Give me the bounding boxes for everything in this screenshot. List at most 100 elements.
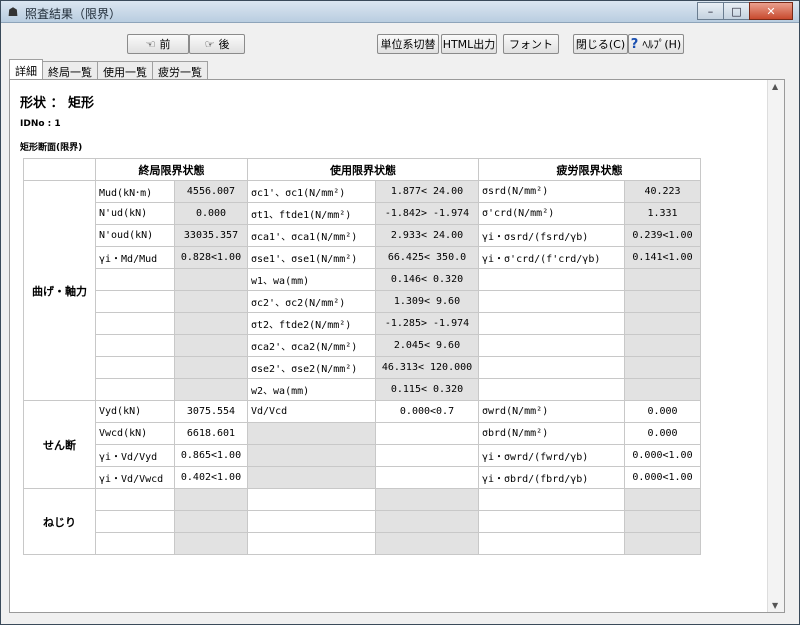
label-cell: γi・Vd/Vyd xyxy=(95,444,175,467)
window-controls: – □ ✕ xyxy=(697,2,793,20)
label-cell xyxy=(95,356,175,379)
section-title: 矩形断面(限界) xyxy=(20,143,83,153)
table-row: ねじり xyxy=(23,488,701,555)
label-cell: σt2、ftde2(N/mm²) xyxy=(247,312,376,335)
label-cell xyxy=(95,334,175,357)
app-icon: ☗ xyxy=(7,5,19,19)
label-cell xyxy=(478,356,625,379)
window-title: 照査結果（限界） xyxy=(25,7,122,21)
table-row: γi・Md/Mud 0.828<1.00 σse1'、σse1(N/mm²) 66.4… xyxy=(24,246,701,269)
label-cell: σse1'、σse1(N/mm²) xyxy=(247,246,376,269)
value-cell: 0.000<0.7 xyxy=(375,400,479,423)
value-cell xyxy=(624,532,701,555)
label-cell xyxy=(478,334,625,357)
value-cell: 0.865<1.00 xyxy=(174,444,248,467)
html-export-button[interactable]: HTML出力 xyxy=(441,34,497,54)
label-cell xyxy=(247,466,376,489)
value-cell: 0.828<1.00 xyxy=(174,246,248,269)
tab-detail[interactable]: 詳細 xyxy=(9,59,43,79)
value-cell xyxy=(624,488,701,511)
value-cell xyxy=(174,378,248,401)
value-cell xyxy=(375,532,479,555)
table-row: Vwcd(kN) 6618.601 σbrd(N/mm²) 0.000 xyxy=(24,422,701,445)
value-cell: 4556.007 xyxy=(174,180,248,203)
shape-title: 形状 ： 矩形 xyxy=(20,96,95,111)
value-cell xyxy=(174,312,248,335)
label-cell xyxy=(478,378,625,401)
scroll-down-icon[interactable]: ▼ xyxy=(772,601,778,610)
label-cell xyxy=(478,290,625,313)
value-cell: 0.115< 0.320 xyxy=(375,378,479,401)
label-cell: σsrd(N/mm²) xyxy=(478,180,625,203)
value-cell: 1.331 xyxy=(624,202,701,225)
help-icon: ? xyxy=(630,36,639,52)
label-cell: σ'crd(N/mm²) xyxy=(478,202,625,225)
label-cell xyxy=(478,268,625,291)
close-button[interactable]: 閉じる(C) xyxy=(573,34,628,54)
label-cell xyxy=(95,532,175,555)
label-cell: σc1'、σc1(N/mm²) xyxy=(247,180,376,203)
value-cell xyxy=(174,268,248,291)
value-cell: 0.000 xyxy=(624,422,701,445)
header-fatigue: 疲労限界状態 xyxy=(478,158,701,181)
unit-switch-button[interactable]: 単位系切替 xyxy=(377,34,439,54)
value-cell xyxy=(174,356,248,379)
next-button[interactable]: ☞ 後 xyxy=(189,34,245,54)
label-cell xyxy=(478,510,625,533)
font-button[interactable]: フォント xyxy=(503,34,559,54)
label-cell: γi・σwrd/(fwrd/γb) xyxy=(478,444,625,467)
vertical-scrollbar[interactable]: ▲ ▼ xyxy=(767,80,784,612)
value-cell xyxy=(624,356,701,379)
label-cell: γi・σbrd/(fbrd/γb) xyxy=(478,466,625,489)
value-cell: 0.000 xyxy=(174,202,248,225)
maximize-button[interactable]: □ xyxy=(723,2,750,20)
label-cell: Vyd(kN) xyxy=(95,400,175,423)
title-bar[interactable]: ☗ 照査結果（限界） – □ ✕ xyxy=(1,1,799,23)
tab-fatigue-list[interactable]: 疲労一覧 xyxy=(152,61,208,79)
label-cell xyxy=(247,422,376,445)
label-cell: N'oud(kN) xyxy=(95,224,175,247)
label-cell: γi・σ'crd/(f'crd/γb) xyxy=(478,246,625,269)
help-label: ﾍﾙﾌﾟ(H) xyxy=(642,38,682,51)
table-row: γi・Vd/Vwcd 0.402<1.00 γi・σbrd/(fbrd/γb) 0.0… xyxy=(24,466,701,489)
label-cell: γi・Md/Mud xyxy=(95,246,175,269)
label-cell xyxy=(478,488,625,511)
result-window: ☗ 照査結果（限界） – □ ✕ ☜ 前 ☞ 後 単位系切替 HTML出力 フォ… xyxy=(0,0,800,625)
value-cell xyxy=(624,510,701,533)
table-row: 曲げ・軸力 Mud(kN･m) 4556.007 σc1'、σc1(N/mm²) 1.8… xyxy=(23,180,701,401)
value-cell: 40.223 xyxy=(624,180,701,203)
table-row: σse2'、σse2(N/mm²) 46.313< 120.000 xyxy=(24,356,701,379)
group-label: ねじり xyxy=(23,488,96,555)
table-row: N'oud(kN) 33035.357 σca1'、σca1(N/mm²) 2.933… xyxy=(24,224,701,247)
label-cell xyxy=(478,312,625,335)
value-cell xyxy=(624,290,701,313)
value-cell: 2.933< 24.00 xyxy=(375,224,479,247)
label-cell: Vwcd(kN) xyxy=(95,422,175,445)
hand-left-icon: ☜ xyxy=(145,37,156,51)
label-cell xyxy=(478,532,625,555)
label-cell: σca2'、σca2(N/mm²) xyxy=(247,334,376,357)
label-cell xyxy=(247,532,376,555)
table-row: σc2'、σc2(N/mm²) 1.309< 9.60 xyxy=(24,290,701,313)
results-table: 終局限界状態 使用限界状態 疲労限界状態 曲げ・軸力 Mud(kN･m) 4556.007… xyxy=(23,158,701,555)
group-label: 曲げ・軸力 xyxy=(23,180,96,401)
label-cell xyxy=(95,378,175,401)
value-cell: 0.402<1.00 xyxy=(174,466,248,489)
label-cell xyxy=(95,268,175,291)
scroll-up-icon[interactable]: ▲ xyxy=(772,82,778,91)
table-row xyxy=(24,532,701,555)
value-cell: 0.000<1.00 xyxy=(624,466,701,489)
tab-service-list[interactable]: 使用一覧 xyxy=(97,61,153,79)
value-cell xyxy=(624,312,701,335)
label-cell: γi・σsrd/(fsrd/γb) xyxy=(478,224,625,247)
tab-ultimate-list[interactable]: 終局一覧 xyxy=(42,61,98,79)
prev-button[interactable]: ☜ 前 xyxy=(127,34,189,54)
table-row: σt2、ftde2(N/mm²) -1.285> -1.974 xyxy=(24,312,701,335)
help-button[interactable]: ? ﾍﾙﾌﾟ(H) xyxy=(628,34,684,54)
minimize-button[interactable]: – xyxy=(697,2,724,20)
label-cell: σc2'、σc2(N/mm²) xyxy=(247,290,376,313)
close-window-button[interactable]: ✕ xyxy=(749,2,793,20)
value-cell xyxy=(375,466,479,489)
value-cell: -1.285> -1.974 xyxy=(375,312,479,335)
value-cell: 1.877< 24.00 xyxy=(375,180,479,203)
